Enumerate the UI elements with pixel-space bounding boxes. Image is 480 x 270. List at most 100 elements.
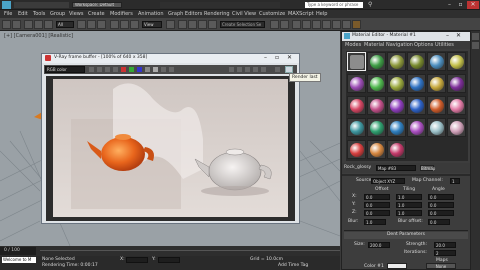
track-mouse-icon[interactable] — [161, 67, 166, 72]
lens-effects-icon[interactable] — [245, 67, 250, 72]
menu-modifiers[interactable]: Modifiers — [110, 11, 133, 17]
show-corrections-icon[interactable] — [237, 67, 242, 72]
iterations-field[interactable]: 2 — [434, 250, 456, 256]
sample-slot[interactable] — [367, 118, 386, 137]
sample-slot[interactable] — [447, 74, 466, 93]
menu-graph-editors[interactable]: Graph Editors — [168, 11, 202, 17]
tiling-x-field[interactable]: 1.0 — [396, 194, 422, 200]
sample-slot[interactable] — [367, 52, 386, 71]
schematic-view-icon[interactable] — [312, 20, 321, 29]
sample-slot[interactable] — [387, 118, 406, 137]
sample-slot[interactable] — [427, 74, 446, 93]
alpha-channel-icon[interactable] — [145, 67, 150, 72]
search-icon[interactable]: ⚲ — [368, 2, 374, 8]
menu-group[interactable]: Group — [50, 11, 65, 17]
y-coord-field[interactable] — [158, 257, 180, 263]
angle-y-field[interactable]: 0.0 — [428, 202, 454, 208]
menu-create[interactable]: Create — [88, 11, 105, 17]
stop-render-icon[interactable] — [275, 67, 280, 72]
modify-tab-icon[interactable] — [472, 42, 479, 49]
tiling-y-field[interactable]: 1.0 — [396, 202, 422, 208]
menu-rendering[interactable]: Rendering — [204, 11, 230, 17]
blue-channel-icon[interactable] — [137, 67, 142, 72]
app-logo-icon[interactable] — [2, 1, 11, 9]
offset-y-field[interactable]: 0.0 — [364, 202, 390, 208]
sample-slot[interactable] — [407, 96, 426, 115]
sample-slot[interactable] — [447, 96, 466, 115]
sample-slot[interactable] — [407, 52, 426, 71]
scale-icon[interactable] — [130, 20, 139, 29]
material-editor-icon[interactable] — [322, 20, 331, 29]
workspace-dropdown[interactable]: Workspace: Default — [72, 2, 122, 8]
mated-minimize-icon[interactable]: – — [446, 32, 449, 39]
angle-x-field[interactable]: 0.0 — [428, 194, 454, 200]
menu-tools[interactable]: Tools — [33, 11, 45, 17]
blur-offset-field[interactable]: 0.0 — [428, 219, 450, 225]
menu-animation[interactable]: Animation — [138, 11, 164, 17]
sample-slot[interactable] — [427, 52, 446, 71]
mated-menu-options[interactable]: Options — [414, 42, 433, 48]
undo-icon[interactable] — [2, 20, 11, 29]
clear-image-icon[interactable] — [105, 67, 110, 72]
red-channel-icon[interactable] — [121, 67, 126, 72]
redo-icon[interactable] — [12, 20, 21, 29]
vfb-minimize-icon[interactable]: – — [264, 54, 267, 61]
percent-snap-icon[interactable] — [198, 20, 207, 29]
add-time-tag[interactable]: Add Time Tag — [278, 263, 308, 268]
green-channel-icon[interactable] — [129, 67, 134, 72]
color1-map-button[interactable]: None — [426, 263, 456, 269]
sample-slot[interactable] — [347, 96, 366, 115]
sample-slot[interactable] — [347, 52, 366, 71]
mirror-icon[interactable] — [270, 20, 279, 29]
mated-menu-modes[interactable]: Modes — [345, 42, 361, 48]
region-render-icon[interactable] — [169, 67, 174, 72]
sample-slot[interactable] — [447, 118, 466, 137]
align-icon[interactable] — [280, 20, 289, 29]
menu-help[interactable]: Help — [316, 11, 327, 17]
blur-field[interactable]: 1.0 — [364, 219, 386, 225]
selection-filter-dropdown[interactable]: All — [56, 21, 74, 28]
maximize-icon[interactable]: ▫ — [456, 1, 465, 9]
map-type-button[interactable]: Bitmap — [420, 165, 435, 171]
sample-slot[interactable] — [387, 52, 406, 71]
render-setup-icon[interactable] — [332, 20, 341, 29]
move-icon[interactable] — [110, 20, 119, 29]
size-field[interactable]: 200.0 — [368, 242, 390, 248]
vfb-maximize-icon[interactable]: ▫ — [275, 54, 279, 61]
mated-menu-utilities[interactable]: Utilities — [435, 42, 454, 48]
menu-file[interactable]: File — [4, 11, 12, 17]
history-icon[interactable] — [261, 67, 266, 72]
save-image-icon[interactable] — [89, 67, 94, 72]
render-production-icon[interactable] — [352, 20, 361, 29]
dent-parameters-rollout[interactable]: Dent Parameters — [344, 232, 468, 239]
sample-slot[interactable] — [387, 140, 406, 159]
sample-slot[interactable] — [387, 74, 406, 93]
x-coord-field[interactable] — [126, 257, 148, 263]
select-object-icon[interactable] — [77, 20, 86, 29]
map-name-field[interactable]: Map #83 — [376, 165, 416, 171]
vfb-close-icon[interactable]: ✕ — [287, 54, 292, 61]
link-to-vfb-icon[interactable] — [229, 67, 234, 72]
stereo-icon[interactable] — [253, 67, 258, 72]
sample-slot[interactable] — [387, 96, 406, 115]
angle-z-field[interactable]: 0.0 — [428, 210, 454, 216]
menu-civil-view[interactable]: Civil View — [232, 11, 256, 17]
sample-slot[interactable] — [447, 52, 466, 71]
curve-editor-icon[interactable] — [302, 20, 311, 29]
sample-slot[interactable] — [347, 118, 366, 137]
select-by-name-icon[interactable] — [87, 20, 96, 29]
offset-z-field[interactable]: 0.0 — [364, 210, 390, 216]
create-tab-icon[interactable] — [472, 33, 479, 40]
strength-field[interactable]: 20.0 — [434, 242, 456, 248]
pivot-icon[interactable] — [166, 20, 175, 29]
rendered-frame-window-icon[interactable] — [342, 20, 351, 29]
sample-slot[interactable] — [407, 118, 426, 137]
link-icon[interactable] — [24, 20, 33, 29]
spinner-snap-icon[interactable] — [208, 20, 217, 29]
unlink-icon[interactable] — [34, 20, 43, 29]
render-last-icon[interactable] — [285, 66, 293, 73]
duplicate-icon[interactable] — [113, 67, 118, 72]
map-channel-field[interactable]: 1 — [450, 178, 460, 184]
color1-swatch[interactable] — [387, 263, 407, 269]
sample-slot[interactable] — [427, 118, 446, 137]
